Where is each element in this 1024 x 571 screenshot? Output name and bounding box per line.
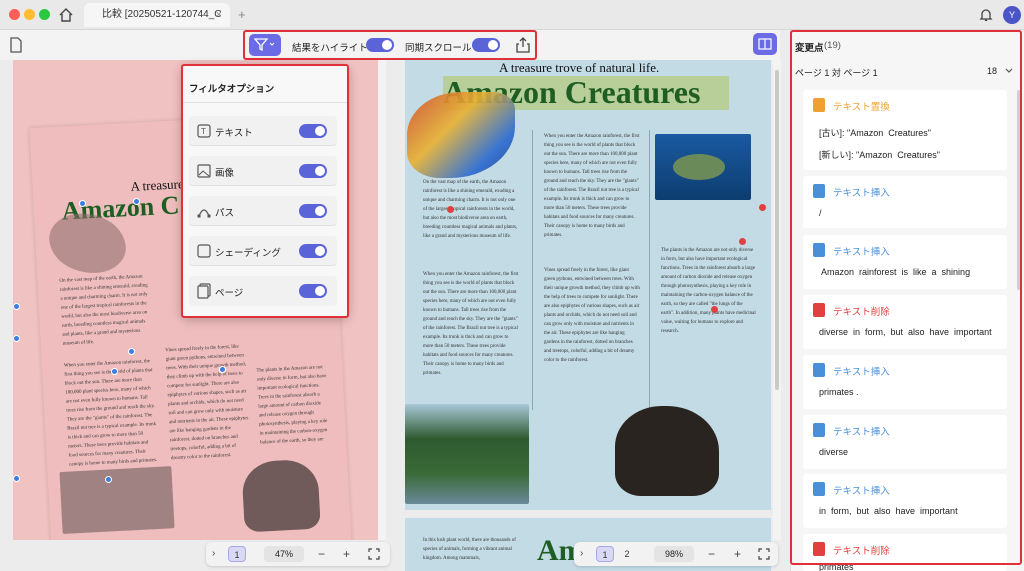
maximize-window-icon[interactable]	[39, 9, 50, 20]
text-icon: T	[197, 124, 211, 138]
page-1-button[interactable]: 1	[228, 546, 246, 562]
right-para-1: On the vast map of the earth, the Amazon…	[423, 180, 518, 239]
change-marker[interactable]	[447, 206, 454, 213]
zoom-out-button[interactable]: −	[708, 546, 715, 562]
page-icon	[197, 283, 211, 299]
filter-option-label: 画像	[215, 168, 235, 179]
zoom-out-button[interactable]: −	[318, 546, 325, 562]
change-marker[interactable]	[111, 368, 118, 375]
change-marker[interactable]	[13, 335, 20, 342]
zoom-in-button[interactable]: +	[343, 546, 350, 562]
tapir-image	[615, 406, 719, 496]
filter-toggle[interactable]	[299, 204, 327, 218]
left-para-4: The plants in the Amazon are not only di…	[256, 365, 328, 446]
right-para-2: When you enter the Amazon rainforest, th…	[544, 134, 640, 238]
page-2-button[interactable]: 2	[618, 546, 636, 562]
left-scrollbar[interactable]	[378, 60, 386, 540]
page-1-button[interactable]: 1	[596, 546, 614, 562]
shading-icon	[197, 244, 211, 258]
filter-option-label: ページ	[215, 288, 244, 299]
filter-option-image[interactable]: 画像	[189, 156, 337, 186]
change-marker[interactable]	[711, 306, 718, 313]
fit-page-icon[interactable]	[368, 548, 380, 560]
filter-option-label: シェーディング	[215, 248, 281, 259]
change-marker[interactable]	[128, 348, 135, 355]
left-page-controls: › 1 47% − +	[206, 542, 390, 566]
svg-text:T: T	[201, 127, 206, 136]
left-para-1: On the vast map of the earth, the Amazon…	[59, 274, 148, 347]
title-bar: 比較 [20250521-120744_C × + Y	[0, 0, 1024, 30]
tab-title: 比較 [20250521-120744_C	[102, 9, 222, 20]
zoom-level[interactable]: 47%	[264, 546, 304, 562]
filter-option-shading[interactable]: シェーディング	[189, 236, 337, 266]
filter-option-path[interactable]: パス	[189, 196, 337, 226]
change-marker[interactable]	[219, 366, 226, 373]
path-icon	[197, 209, 211, 218]
right-document-view[interactable]: A treasure trove of natural life. Amazon…	[405, 60, 771, 510]
new-tab-button[interactable]: +	[238, 7, 246, 22]
filter-toggle[interactable]	[299, 244, 327, 258]
zoom-in-button[interactable]: +	[734, 546, 741, 562]
change-marker[interactable]	[105, 476, 112, 483]
home-icon[interactable]	[58, 7, 74, 23]
page2-para: In this lush plant world, there are thou…	[423, 538, 516, 561]
turtle-image	[655, 134, 751, 200]
zoom-level[interactable]: 98%	[654, 546, 694, 562]
column-divider	[532, 130, 533, 410]
filter-button[interactable]	[249, 34, 281, 56]
bell-icon[interactable]	[979, 7, 993, 23]
change-marker[interactable]	[759, 204, 766, 211]
minimize-window-icon[interactable]	[24, 9, 35, 20]
change-marker[interactable]	[13, 475, 20, 482]
right-para-3: When you enter the Amazon rainforest, th…	[423, 272, 519, 376]
tab-close-icon[interactable]: ×	[216, 3, 222, 27]
filter-toggle[interactable]	[299, 284, 327, 298]
tapir-image	[241, 458, 321, 533]
filter-icon	[254, 38, 275, 52]
forest-image	[59, 466, 175, 534]
filter-toggle[interactable]	[299, 164, 327, 178]
file-icon[interactable]	[9, 37, 23, 54]
share-icon[interactable]	[516, 37, 530, 53]
column-divider	[649, 130, 650, 410]
filter-toggle[interactable]	[299, 124, 327, 138]
filter-option-text[interactable]: T テキスト	[189, 116, 337, 146]
forest-image	[405, 404, 529, 504]
change-marker[interactable]	[133, 198, 140, 205]
filter-option-label: テキスト	[215, 128, 253, 139]
right-para-4: Vines spread freely in the forest, like …	[544, 268, 640, 363]
avatar[interactable]: Y	[1003, 6, 1021, 24]
scroll-thumb[interactable]	[775, 70, 779, 390]
change-marker[interactable]	[739, 238, 746, 245]
side-by-side-icon	[758, 38, 772, 50]
filter-option-label: パス	[215, 208, 235, 219]
sync-scroll-label: 同期スクロール	[405, 43, 472, 54]
image-icon	[197, 164, 211, 178]
change-marker[interactable]	[79, 200, 86, 207]
parrot-image	[407, 92, 515, 178]
document-tab[interactable]: 比較 [20250521-120744_C ×	[84, 3, 230, 27]
right-page-controls: › 1 2 98% − +	[574, 542, 778, 566]
highlight-results-label: 結果をハイライト	[292, 43, 368, 54]
right-scrollbar[interactable]	[773, 60, 781, 540]
layout-toggle-button[interactable]	[753, 33, 777, 55]
chevron-right-icon[interactable]: ›	[212, 546, 215, 562]
filter-option-page[interactable]: ページ	[189, 276, 337, 306]
sync-scroll-toggle[interactable]	[472, 38, 500, 52]
close-window-icon[interactable]	[9, 9, 20, 20]
left-para-3: Vines spread freely in the forest, like …	[165, 344, 249, 462]
changes-highlight-box	[790, 30, 1022, 565]
fit-page-icon[interactable]	[758, 548, 770, 560]
turtle-shape	[673, 154, 725, 180]
highlight-results-toggle[interactable]	[366, 38, 394, 52]
right-para-5: The plants in the Amazon are not only di…	[661, 248, 756, 334]
chevron-right-icon[interactable]: ›	[580, 546, 583, 562]
change-marker[interactable]	[13, 303, 20, 310]
